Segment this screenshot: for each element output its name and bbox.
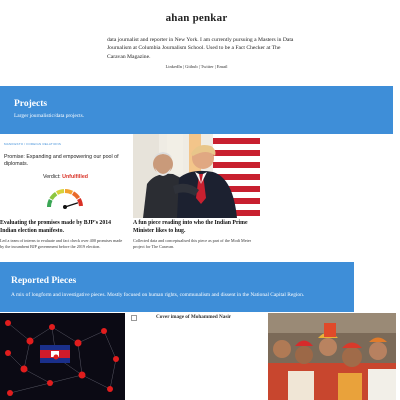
gauge-segment <box>77 198 83 207</box>
verdict-gauge <box>47 189 83 209</box>
project-card-title[interactable]: A fun piece reading into who the Indian … <box>133 220 261 235</box>
project-card-description: Led a team of interns to evaluate and fa… <box>0 238 123 250</box>
twitter-link[interactable]: Twitter <box>201 64 214 69</box>
github-link[interactable]: Github <box>185 64 198 69</box>
cover-image-alt-text: Cover image of Mohammed Nasir <box>156 314 232 320</box>
gauge-segment <box>56 189 65 195</box>
projects-subtitle: Larger journalistic/data projects. <box>14 113 85 119</box>
linkedin-link[interactable]: LinkedIn <box>165 64 182 69</box>
crowd-image[interactable] <box>268 313 396 400</box>
project-card-title[interactable]: Evaluating the promises made by BJP's 20… <box>0 220 125 235</box>
projects-title: Projects <box>14 99 48 109</box>
gauge-segment <box>49 191 58 201</box>
network-map-image[interactable] <box>0 313 125 400</box>
thumbnail-tags: MANIFESTO / FOREIGN RELATIONS <box>4 142 62 146</box>
crowd-photo-graphic <box>268 313 396 400</box>
gauge-segment <box>71 191 81 200</box>
project-card-description: Collected data and conceptualised this p… <box>133 238 252 250</box>
reported-title: Reported Pieces <box>11 276 77 286</box>
projects-section-header: Projects Larger journalistic/data projec… <box>0 86 393 134</box>
hug-photo-image <box>133 134 260 218</box>
broken-image-icon <box>131 315 137 321</box>
social-links: LinkedIn | Github | Twitter | Email <box>0 64 393 69</box>
verdict-label: Verdict: <box>42 174 61 180</box>
hug-photo[interactable] <box>133 134 260 218</box>
manifesto-thumbnail[interactable]: MANIFESTO / FOREIGN RELATIONS Promise: E… <box>0 135 131 218</box>
reported-subtitle: A mix of longform and investigative piec… <box>11 292 305 298</box>
thumbnail-headline: Promise: Expanding and empowering our po… <box>4 154 119 167</box>
network-map-graphic <box>0 313 125 400</box>
bio-text: data journalist and reporter in New York… <box>107 37 294 60</box>
thumbnail-verdict: Verdict: Unfulfilled <box>0 174 131 180</box>
reported-section-header: Reported Pieces A mix of longform and in… <box>0 262 354 312</box>
gauge-segment <box>64 189 74 195</box>
cover-image-placeholder[interactable]: Cover image of Mohammed Nasir <box>131 313 265 400</box>
flag-graphic <box>40 345 70 363</box>
gauge-hub <box>63 205 67 209</box>
verdict-value: Unfulfilled <box>62 174 89 180</box>
site-title[interactable]: ahan penkar <box>0 12 393 24</box>
email-link[interactable]: Email <box>217 64 228 69</box>
gauge-segment <box>47 198 53 208</box>
